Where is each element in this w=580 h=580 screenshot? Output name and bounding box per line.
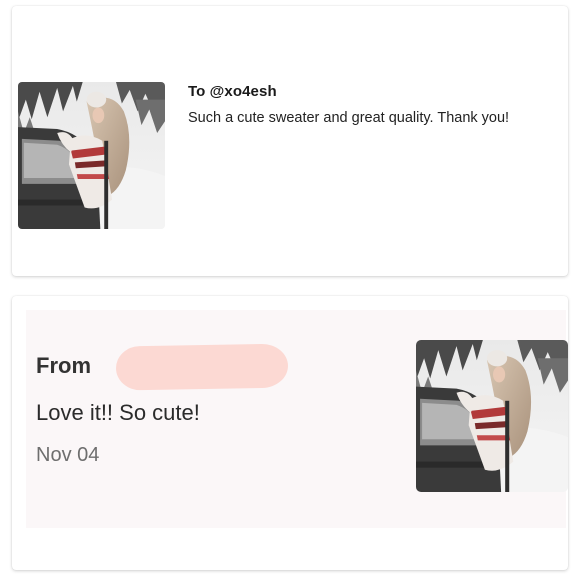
comment-date: Nov 04 [36, 444, 100, 466]
redacted-username [115, 343, 289, 391]
product-photo-image [18, 82, 165, 229]
sent-message-text: Such a cute sweater and great quality. T… [188, 110, 510, 126]
comment-text: Love it!! So cute! [36, 400, 200, 425]
product-photo-icon[interactable] [416, 340, 568, 492]
comment-panel: From Love it!! So cute! Nov 04 [26, 310, 568, 528]
sent-note-card: To @xo4esh Such a cute sweater and great… [12, 6, 568, 276]
from-label: From [36, 353, 91, 378]
product-photo-icon[interactable] [18, 82, 165, 229]
screenshot-canvas: To @xo4esh Such a cute sweater and great… [0, 0, 580, 580]
product-photo-image [416, 340, 568, 492]
received-comment-card: From Love it!! So cute! Nov 04 [12, 296, 568, 570]
recipient-label[interactable]: To @xo4esh [188, 83, 277, 100]
